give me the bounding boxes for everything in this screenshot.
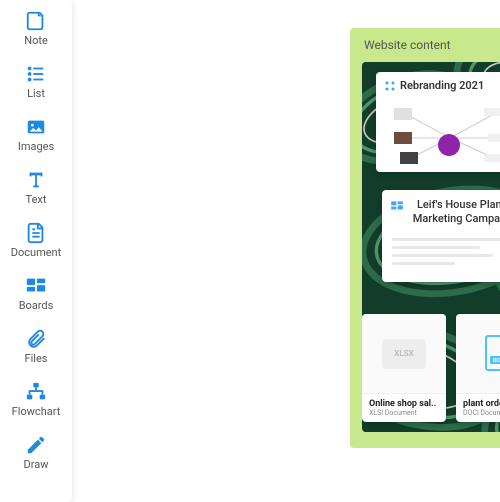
file-preview: DOC [456,314,500,394]
tool-sidebar: Note List Images Text Document Boards Fi… [0,0,72,502]
tool-label: Flowchart [12,406,61,417]
tool-label: Draw [24,459,49,470]
tool-draw[interactable]: Draw [0,424,72,477]
tool-text[interactable]: Text [0,159,72,212]
boards-icon [24,274,48,298]
mindmap-preview [376,96,500,170]
note-icon [24,9,48,33]
tool-flowchart[interactable]: Flowchart [0,371,72,424]
canvas-area[interactable]: Website content [72,0,500,502]
tool-files[interactable]: Files [0,318,72,371]
tool-images[interactable]: Images [0,106,72,159]
tool-note[interactable]: Note [0,0,72,53]
card-title: Rebranding 2021 [400,79,484,92]
file-card-docx[interactable]: DOC plant order for.. DOCl Document [456,314,500,422]
file-preview: XLSX [362,314,446,394]
tool-label: List [27,88,45,99]
mindmap-center-node [438,134,460,156]
card-rebranding[interactable]: Rebranding 2021 [376,72,500,172]
file-name: Online shop sal.. [369,399,439,409]
file-card-xlsx[interactable]: XLSX Online shop sal.. XLSl Document [362,314,446,422]
tool-label: Files [25,353,48,364]
tool-label: Images [18,141,54,152]
board-background: Rebranding 2021 [362,62,500,432]
tool-list[interactable]: List [0,53,72,106]
text-icon [24,168,48,192]
board-icon [390,199,404,213]
tool-label: Boards [19,300,54,311]
card-content-preview [382,229,500,274]
file-type: XLSl Document [369,409,439,417]
group-title: Website content [350,28,500,60]
tool-document[interactable]: Document [0,212,72,265]
board-group[interactable]: Website content [350,28,500,448]
tool-label: Text [26,194,47,205]
card-title: Leif's House Plants Marketing Campaing [408,198,500,227]
file-name: plant order for.. [463,399,500,409]
file-type: DOCl Document [463,409,500,417]
paperclip-icon [24,327,48,351]
images-icon [24,115,48,139]
list-icon [24,62,48,86]
flowchart-icon [24,380,48,404]
svg-text:DOC: DOC [493,358,500,364]
doc-icon: DOC [476,332,500,376]
tool-label: Document [11,247,61,258]
card-marketing[interactable]: Leif's House Plants Marketing Campaing [382,190,500,282]
tool-boards[interactable]: Boards [0,265,72,318]
pencil-icon [24,433,48,457]
xlsx-icon: XLSX [382,339,426,369]
tool-label: Note [24,35,48,46]
document-icon [24,221,48,245]
mindmap-icon [384,80,396,92]
